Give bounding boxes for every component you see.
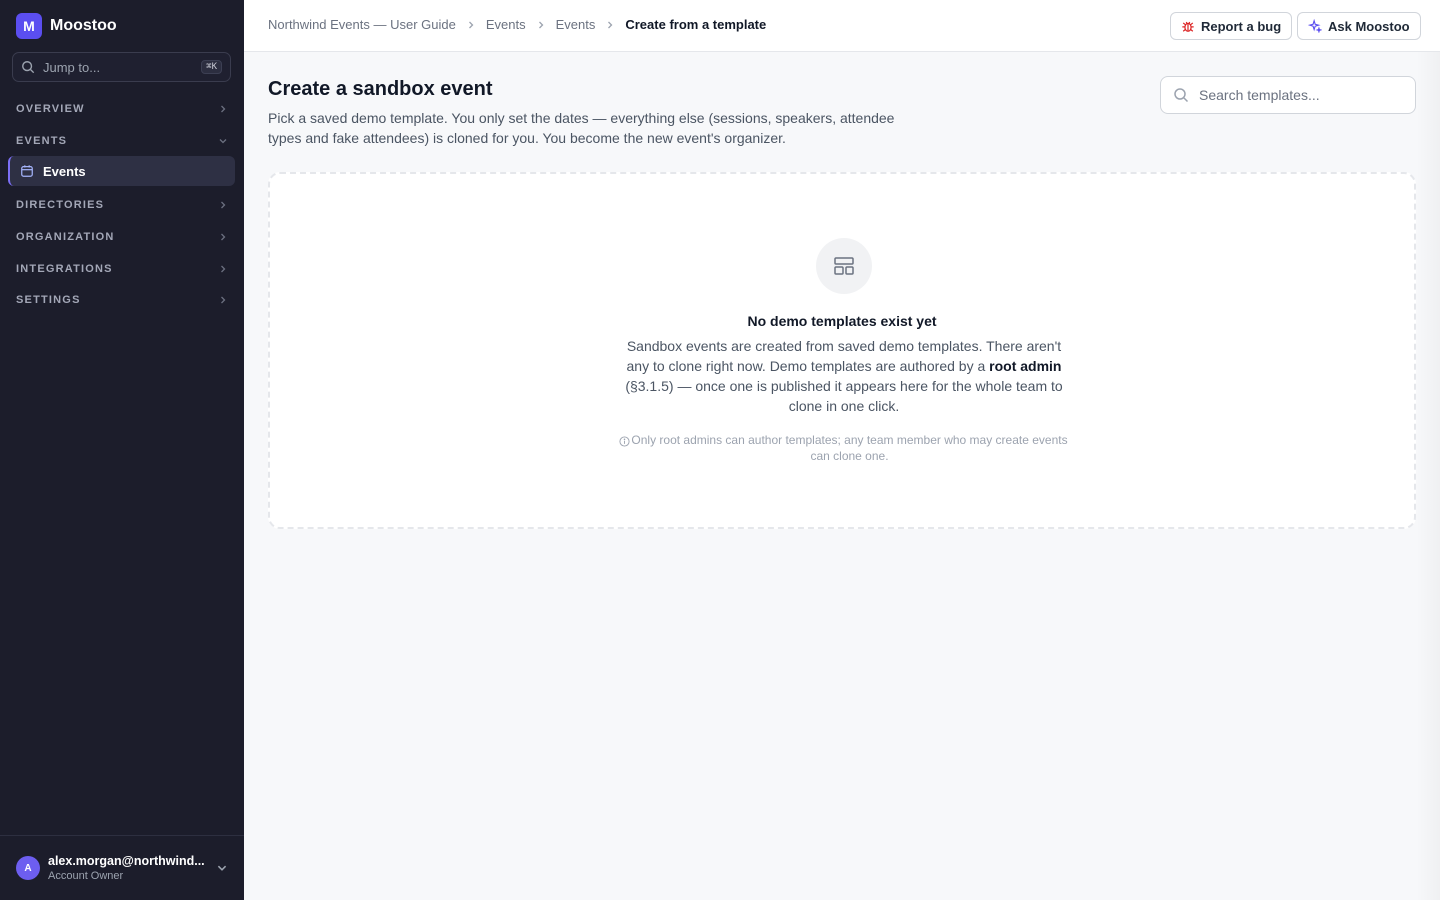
empty-state-body: Sandbox events are created from saved de… [614,336,1074,416]
nav-section-label: EVENTS [16,135,68,147]
search-input[interactable] [1199,87,1399,103]
jump-shortcut: ⌘K [201,60,222,74]
page-title: Create a sandbox event [268,78,493,100]
report-bug-label: Report a bug [1201,18,1282,34]
nav-section-events[interactable]: EVENTS [0,129,244,153]
avatar: A [16,856,40,880]
nav-section-overview[interactable]: OVERVIEW [0,97,244,121]
sidebar-item-label: Events [43,163,86,179]
user-menu[interactable]: A alex.morgan@northwind... Account Owner [0,835,244,900]
report-bug-button[interactable]: Report a bug [1170,12,1293,40]
search-icon [1174,88,1189,103]
nav-section-settings[interactable]: SETTINGS [0,288,244,312]
empty-body-text: (§3.1.5) — once one is published it appe… [625,378,1063,414]
ask-moostoo-label: Ask Moostoo [1328,18,1410,34]
brand-logo: M [16,13,42,39]
nav-section-organization[interactable]: ORGANIZATION [0,225,244,249]
scroll-shadow [1416,52,1440,900]
chevron-right-icon [221,201,226,209]
nav-section-label: INTEGRATIONS [16,263,113,275]
brand-name: Moostoo [50,17,117,34]
empty-state-title: No demo templates exist yet [747,313,937,329]
empty-state-note: Only root admins can author templates; a… [614,432,1074,464]
empty-note-text: Only root admins can author templates; a… [631,433,1068,463]
brand[interactable]: M Moostoo [16,13,117,39]
ask-moostoo-button[interactable]: Ask Moostoo [1297,12,1421,40]
chevron-right-icon [605,20,615,30]
nav-section-label: SETTINGS [16,294,81,306]
empty-state: No demo templates exist yet Sandbox even… [268,172,1416,529]
chevron-down-icon [217,865,227,871]
jump-to-search[interactable]: Jump to... ⌘K [12,52,231,82]
user-email: alex.morgan@northwind... [48,854,205,868]
chevron-right-icon [221,105,226,113]
info-icon [618,436,630,447]
breadcrumb-item[interactable]: Events [486,17,526,32]
nav-section-label: OVERVIEW [16,103,85,115]
chevron-right-icon [536,20,546,30]
page-description: Pick a saved demo template. You only set… [268,110,895,146]
user-role: Account Owner [48,870,124,882]
chevron-right-icon [221,296,226,304]
search-icon [22,61,35,74]
template-search[interactable] [1160,76,1416,114]
breadcrumb: Northwind Events — User Guide Events Eve… [268,17,766,32]
chevron-right-icon [221,233,226,241]
calendar-icon [21,165,33,177]
chevron-down-icon [219,139,227,144]
breadcrumb-item[interactable]: Northwind Events — User Guide [268,17,456,32]
empty-body-bold: root admin [989,358,1062,374]
breadcrumb-current: Create from a template [625,17,767,32]
sparkles-icon [1308,19,1322,33]
sidebar-item-events[interactable]: Events [8,156,235,186]
chevron-right-icon [221,265,226,273]
sidebar: M Moostoo Jump to... ⌘K OVERVIEW EVENTS … [0,0,244,900]
template-layout-icon [816,238,872,294]
nav-section-label: DIRECTORIES [16,199,105,211]
nav-section-integrations[interactable]: INTEGRATIONS [0,257,244,281]
chevron-right-icon [466,20,476,30]
breadcrumb-item[interactable]: Events [556,17,596,32]
bug-icon [1182,21,1194,32]
jump-placeholder: Jump to... [43,59,101,75]
nav-section-label: ORGANIZATION [16,231,115,243]
user-info: alex.morgan@northwind... Account Owner [48,854,216,882]
topbar: Northwind Events — User Guide Events Eve… [244,0,1440,52]
nav-section-directories[interactable]: DIRECTORIES [0,193,244,217]
